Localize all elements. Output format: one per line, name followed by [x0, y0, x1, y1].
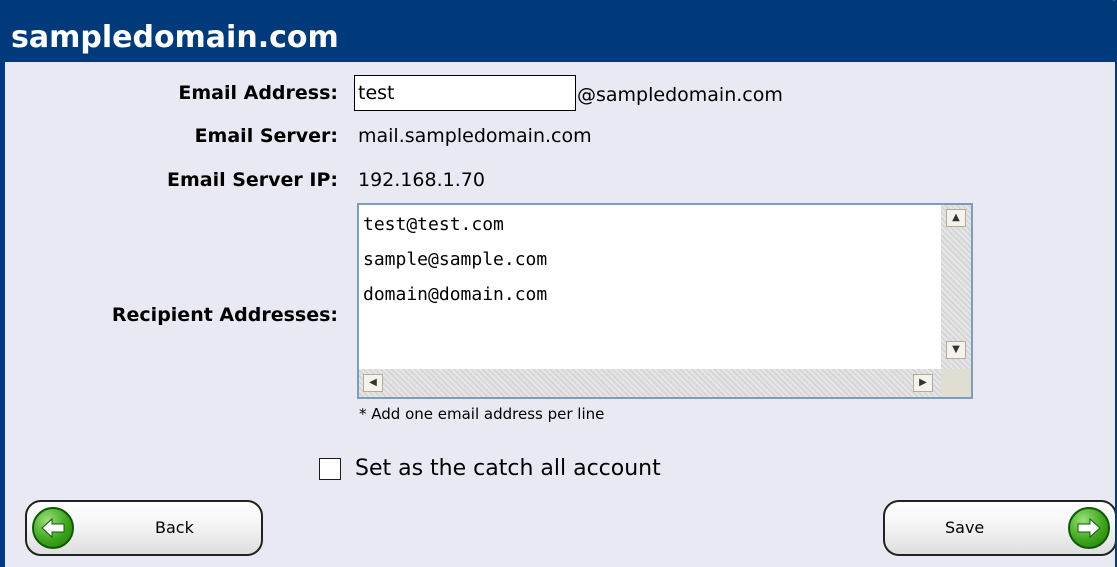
horizontal-scrollbar[interactable]: ◀ ▶ [359, 369, 941, 397]
recipients-label: Recipient Addresses: [111, 304, 338, 326]
scroll-down-icon[interactable]: ▼ [946, 341, 966, 359]
email-address-input[interactable] [354, 75, 576, 111]
back-button[interactable]: Back [25, 500, 263, 556]
back-button-label: Back [155, 518, 194, 537]
email-server-label: Email Server: [194, 125, 338, 147]
scrollbar-corner [941, 369, 971, 397]
recipients-textarea-frame: ▲ ▼ ◀ ▶ [357, 203, 973, 399]
email-server-ip-label: Email Server IP: [166, 169, 338, 191]
recipients-hint: * Add one email address per line [359, 405, 605, 423]
scroll-left-icon[interactable]: ◀ [363, 374, 383, 392]
recipients-textarea[interactable] [361, 207, 943, 369]
page-title: sampledomain.com [11, 20, 339, 55]
save-button-label: Save [945, 518, 985, 537]
email-account-panel: sampledomain.com Email Address: @sampled… [0, 0, 1117, 567]
scroll-right-icon[interactable]: ▶ [913, 374, 933, 392]
email-server-value: mail.sampledomain.com [358, 125, 592, 147]
arrow-right-icon [1068, 507, 1110, 549]
email-address-label: Email Address: [178, 82, 338, 104]
save-button[interactable]: Save [883, 500, 1115, 556]
scroll-up-icon[interactable]: ▲ [946, 209, 966, 227]
email-server-ip-value: 192.168.1.70 [358, 169, 485, 191]
arrow-left-icon [32, 507, 74, 549]
vertical-scrollbar[interactable]: ▲ ▼ [941, 205, 971, 369]
catch-all-checkbox[interactable] [319, 458, 341, 480]
title-bar: sampledomain.com [5, 0, 1115, 62]
catch-all-label: Set as the catch all account [355, 456, 661, 481]
email-domain-suffix: @sampledomain.com [577, 84, 783, 106]
